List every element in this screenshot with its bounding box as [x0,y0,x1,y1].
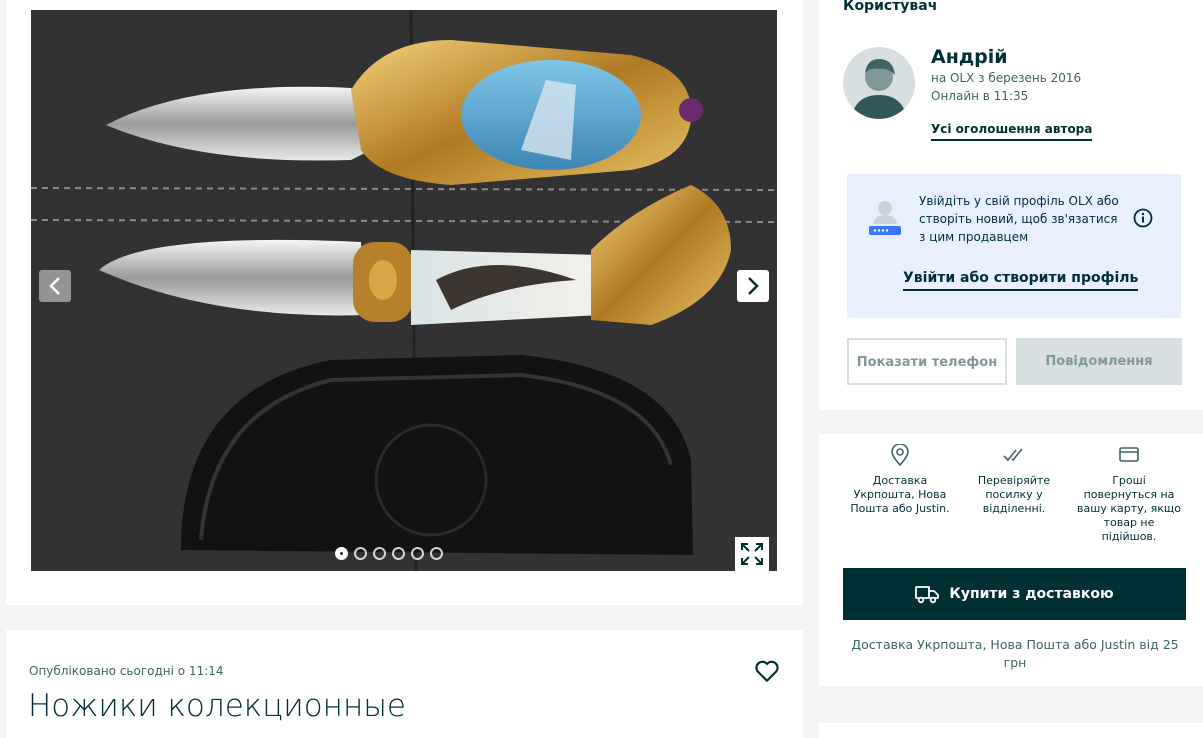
truck-icon [915,586,940,604]
delivery-feature-check: Перевіряйте посилку у відділенні. [962,444,1066,516]
heart-icon [755,660,779,682]
previous-photo-button[interactable] [39,270,71,302]
buy-with-delivery-button[interactable]: Купити з доставкою [843,568,1186,620]
seller-heading: Користувач [843,0,938,14]
chevron-right-icon [748,277,759,295]
show-phone-button[interactable]: Показати телефон [847,338,1007,385]
chevron-left-icon [49,277,60,295]
user-avatar-icon [851,59,907,119]
seller-member-since: на OLX з березень 2016 [931,71,1082,85]
photo-dot-1[interactable] [335,547,348,560]
delivery-feature-shipping: Доставка Укрпошта, Нова Пошта або Justin… [848,444,952,516]
info-icon[interactable] [1133,208,1153,228]
next-card [819,723,1203,738]
seller-card: Користувач Андрій на OLX з березень 2016… [819,0,1203,410]
favorite-button[interactable] [754,658,780,684]
listing-title: Ножики колекционные [28,688,407,724]
seller-name: Андрій [931,46,1008,68]
login-prompt-box: Увійдіть у свій профіль OLX або створіть… [847,174,1181,318]
photo-dot-6[interactable] [430,547,443,560]
photo-dot-3[interactable] [373,547,386,560]
photo-dot-4[interactable] [392,547,405,560]
seller-last-online: Онлайн в 11:35 [931,89,1029,103]
login-prompt-text: Увійдіть у свій профіль OLX або створіть… [919,194,1119,244]
delivery-card: Доставка Укрпошта, Нова Пошта або Justin… [819,434,1203,686]
delivery-feature-refund: Гроші повернуться на вашу карту, якщо то… [1077,444,1181,544]
fullscreen-button[interactable] [735,537,769,571]
all-seller-ads-link[interactable]: Усі оголошення автора [931,122,1093,141]
double-check-icon [1003,448,1023,462]
avatar [843,47,915,119]
message-button[interactable]: Повідомлення [1016,338,1182,385]
delivery-feature-text: Доставка Укрпошта, Нова Пошта або Justin… [850,474,950,515]
photo-pagination-dots [335,547,443,560]
knives-photo-illustration [31,10,777,571]
expand-icon [741,543,763,565]
credit-card-icon [1119,447,1139,462]
photo-dot-2[interactable] [354,547,367,560]
delivery-price-note: Доставка Укрпошта, Нова Пошта або Justin… [851,637,1179,670]
login-profile-icon [869,201,901,235]
login-or-register-link[interactable]: Увійти або створити профіль [903,270,1139,291]
next-photo-button[interactable] [737,270,769,302]
gallery-card [6,0,803,605]
listing-title-card: Опубліковано сьогодні о 11:14 Ножики кол… [6,630,803,738]
published-date: Опубліковано сьогодні о 11:14 [29,664,224,678]
delivery-feature-text: Гроші повернуться на вашу карту, якщо то… [1077,474,1181,543]
photo-dot-5[interactable] [411,547,424,560]
location-pin-icon [891,444,909,466]
listing-photo[interactable] [31,10,777,571]
buy-button-label: Купити з доставкою [949,586,1114,602]
delivery-feature-text: Перевіряйте посилку у відділенні. [977,474,1051,515]
